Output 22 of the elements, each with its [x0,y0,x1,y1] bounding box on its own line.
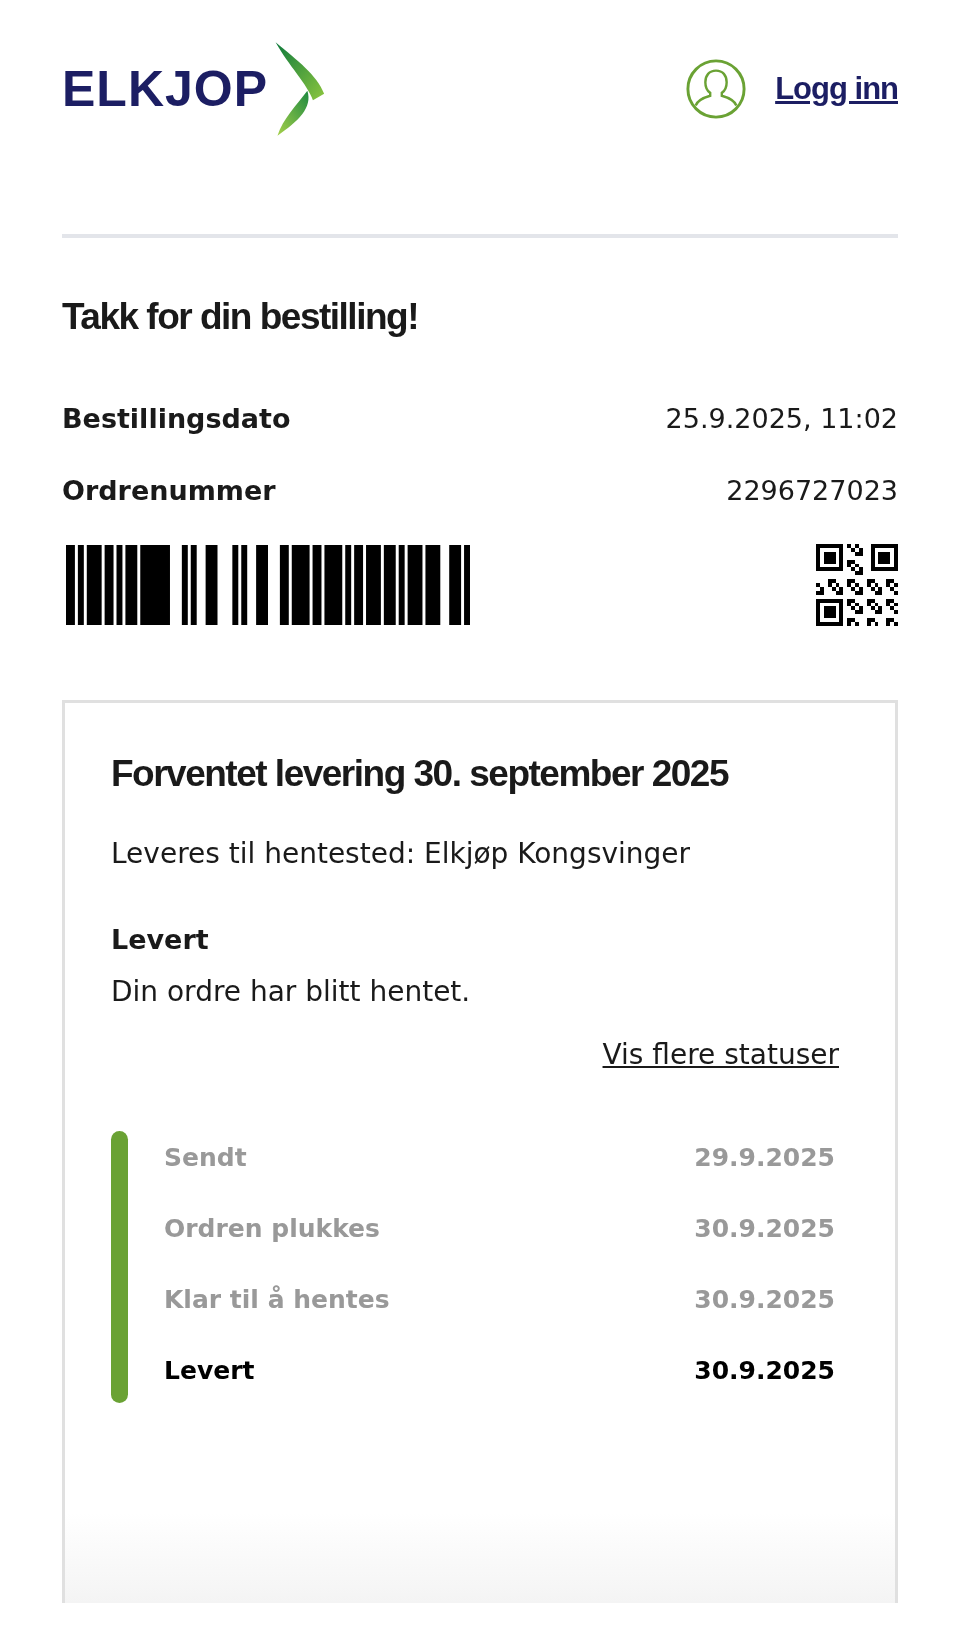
status-label: Sendt [164,1142,247,1174]
detail-label: Ordrenummer [62,474,276,508]
user-icon[interactable] [685,58,748,120]
status-label: Klar til å hentes [164,1284,390,1316]
pickup-location: Leveres til hentested: Elkjøp Kongsvinger [111,837,692,870]
page-title: Takk for din bestilling! [62,296,419,338]
status-title: Levert [111,924,210,955]
detail-value: 25.9.2025, 11:02 [665,402,898,436]
qr-code-icon [816,544,898,626]
status-date: 30.9.2025 [694,1213,835,1245]
status-date: 30.9.2025 [694,1284,835,1316]
detail-label: Bestillingsdato [62,402,291,436]
login-link[interactable]: Logg inn [775,71,898,107]
status-date: 29.9.2025 [694,1142,835,1174]
more-statuses-link[interactable]: Vis flere statuser [602,1038,839,1071]
status-label: Ordren plukkes [164,1213,380,1245]
status-label: Levert [164,1355,255,1387]
detail-value: 2296727023 [726,474,898,508]
logo[interactable]: ELKJOP [62,39,327,139]
status-text: Din ordre har blitt hentet. [111,975,472,1008]
delivery-heading: Forventet levering 30. september 2025 [111,753,730,795]
status-date: 30.9.2025 [694,1355,835,1387]
